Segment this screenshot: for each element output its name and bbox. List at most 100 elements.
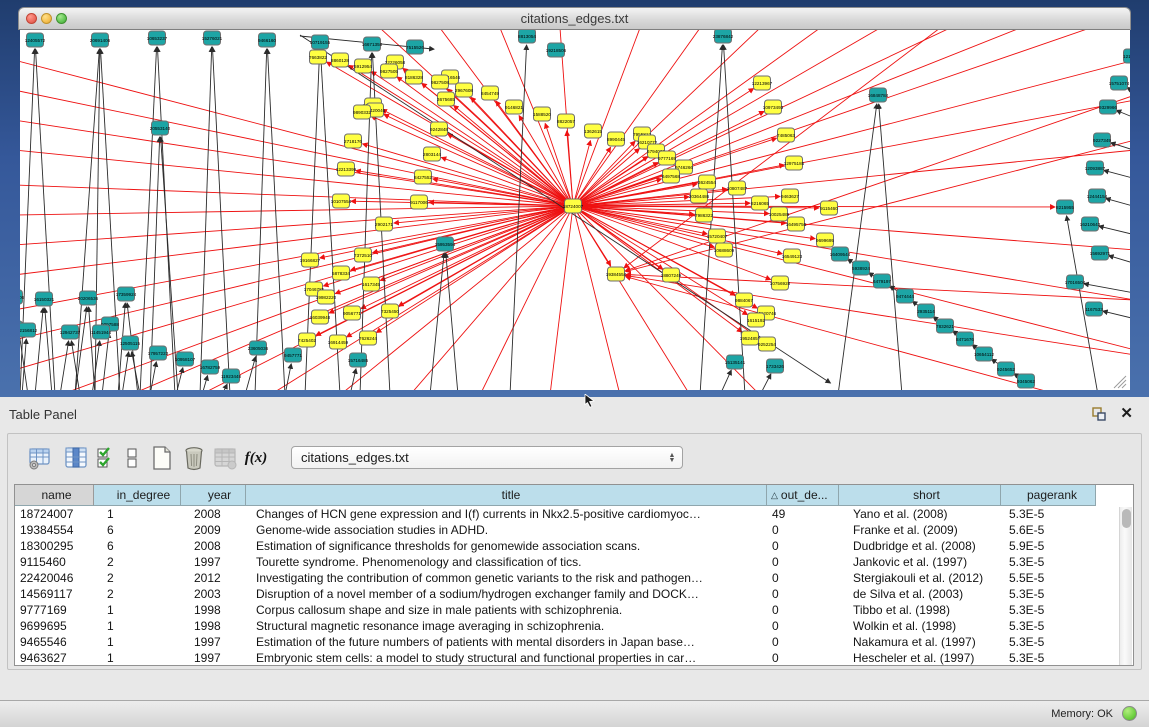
graph-node[interactable]: 10973493	[763, 100, 784, 114]
graph-node[interactable]: 1362615	[584, 124, 602, 138]
graph-node[interactable]: 19982220	[316, 290, 337, 304]
graph-node[interactable]: 16671358	[362, 37, 383, 51]
graph-node[interactable]: 9329966	[1099, 100, 1117, 114]
graph-node[interactable]: 9146821	[505, 100, 523, 114]
graph-node[interactable]: 9457771	[284, 348, 302, 362]
graph-node[interactable]: 7515526	[406, 40, 424, 54]
graph-node[interactable]: 9345062	[1017, 374, 1035, 388]
table-cell[interactable]: Investigating the contribution of common…	[246, 570, 767, 586]
table-cell[interactable]: Stergiakouli et al. (2012)	[839, 570, 1001, 586]
table-cell[interactable]: Estimation of the future numbers of pati…	[246, 634, 767, 650]
table-cell[interactable]: 18300295	[15, 538, 94, 554]
table-cell[interactable]: 1	[94, 650, 181, 666]
table-cell[interactable]: 6	[94, 538, 181, 554]
select-all-columns-button[interactable]	[93, 444, 121, 472]
graph-node[interactable]: 1615192	[747, 313, 765, 327]
table-cell[interactable]: 5.5E-5	[1001, 570, 1096, 586]
table-cell[interactable]: Franke et al. (2009)	[839, 522, 1001, 538]
graph-node[interactable]: 8216065	[751, 196, 769, 210]
graph-node[interactable]: 7832621	[936, 319, 954, 333]
graph-node[interactable]: 8454749	[481, 86, 499, 100]
table-cell[interactable]: 0	[767, 602, 839, 618]
graph-node[interactable]: 9466160	[258, 33, 276, 47]
column-header-pagerank[interactable]: pagerank	[1001, 485, 1096, 506]
graph-node[interactable]: 12093887	[1085, 161, 1106, 175]
network-view-canvas[interactable]: 1240557220691406106532371527602194661601…	[20, 30, 1130, 390]
table-cell[interactable]: Changes of HCN gene expression and I(f) …	[246, 506, 767, 522]
import-table-button[interactable]	[211, 444, 239, 472]
column-header-in_degree[interactable]: in_degree	[94, 485, 181, 506]
graph-node[interactable]: 9890332	[353, 105, 371, 119]
table-cell[interactable]: 5.3E-5	[1001, 586, 1096, 602]
graph-node[interactable]: 8471676	[956, 332, 974, 346]
graph-node[interactable]: 17957223	[148, 346, 169, 360]
table-cell[interactable]: 14569117	[15, 586, 94, 602]
table-cell[interactable]: 2	[94, 570, 181, 586]
graph-node[interactable]: 16495756	[786, 217, 807, 231]
table-cell[interactable]: Tibbo et al. (1998)	[839, 602, 1001, 618]
graph-node[interactable]: 20553140	[150, 121, 171, 135]
graph-node[interactable]: 7325450	[381, 304, 399, 318]
table-row[interactable]: 1456911722003Disruption of a novel membe…	[15, 586, 1133, 602]
graph-node[interactable]: 15720407	[707, 229, 728, 243]
graph-node[interactable]: 18807249	[661, 268, 682, 282]
table-cell[interactable]: 22420046	[15, 570, 94, 586]
graph-node[interactable]: 2718176	[344, 134, 362, 148]
table-cell[interactable]: Genome-wide association studies in ADHD.	[246, 522, 767, 538]
graph-node[interactable]: 1588520	[533, 107, 551, 121]
table-cell[interactable]: 19384554	[15, 522, 94, 538]
table-cell[interactable]: Jankovic et al. (1997)	[839, 554, 1001, 570]
graph-node[interactable]: 16409544	[830, 247, 851, 261]
table-cell[interactable]: 6	[94, 522, 181, 538]
graph-node[interactable]: 23876842	[713, 30, 734, 43]
graph-node[interactable]: 3624554	[698, 175, 716, 189]
graph-node[interactable]: 15751074	[1109, 76, 1130, 90]
graph-node[interactable]: 1212307	[1123, 49, 1130, 63]
graph-node[interactable]: 8186328	[405, 70, 423, 84]
table-row[interactable]: 1938455462009Genome-wide association stu…	[15, 522, 1133, 538]
table-cell[interactable]: 1997	[181, 650, 246, 666]
graph-node[interactable]: 8990445	[607, 132, 625, 146]
vertical-scrollbar[interactable]	[1119, 507, 1132, 665]
graph-node[interactable]: 19384554	[606, 267, 627, 281]
graph-node[interactable]: 16782759	[200, 360, 221, 374]
graph-node[interactable]: 12213399	[336, 162, 357, 176]
table-cell[interactable]: 1	[94, 618, 181, 634]
graph-node[interactable]: 15953594	[435, 237, 456, 251]
graph-node[interactable]: 10107554	[331, 194, 352, 208]
graph-node[interactable]: 19166827	[300, 253, 321, 267]
table-cell[interactable]: 5.6E-5	[1001, 522, 1096, 538]
table-cell[interactable]: 0	[767, 618, 839, 634]
table-cell[interactable]: 0	[767, 538, 839, 554]
graph-node[interactable]: 12505115	[120, 336, 141, 350]
table-cell[interactable]: Disruption of a novel member of a sodium…	[246, 586, 767, 602]
graph-node[interactable]: 16914459	[328, 335, 349, 349]
graph-node[interactable]: 2803144	[423, 147, 441, 161]
table-cell[interactable]: 49	[767, 506, 839, 522]
table-cell[interactable]: 1	[94, 506, 181, 522]
graph-node[interactable]: 23605036	[248, 341, 269, 355]
memory-ok-indicator-icon[interactable]	[1122, 706, 1137, 721]
table-cell[interactable]: Tourette syndrome. Phenomenology and cla…	[246, 554, 767, 570]
column-header-short[interactable]: short	[839, 485, 1001, 506]
table-cell[interactable]: 9699695	[15, 618, 94, 634]
graph-node[interactable]: 7663822	[309, 50, 327, 64]
delete-columns-button[interactable]	[180, 444, 208, 472]
table-cell[interactable]: 1	[94, 602, 181, 618]
graph-node[interactable]: 12975185	[784, 156, 805, 170]
graph-node[interactable]: 16039948	[310, 310, 331, 324]
graph-node[interactable]: 20206536	[78, 291, 99, 305]
table-row[interactable]: 977716911998Corpus callosum shape and si…	[15, 602, 1133, 618]
column-header-title[interactable]: title	[246, 485, 767, 506]
graph-node[interactable]: 9227349	[1093, 133, 1111, 147]
graph-node[interactable]: 15276021	[202, 31, 223, 45]
column-header-name[interactable]: name	[15, 485, 94, 506]
graph-node[interactable]: 17016504	[1065, 275, 1086, 289]
graph-node[interactable]: 12942737	[60, 325, 81, 339]
graph-node[interactable]: 16150321	[34, 292, 55, 306]
graph-node[interactable]: 1733426	[766, 359, 784, 373]
graph-node[interactable]: 8860128	[331, 53, 349, 67]
graph-node[interactable]: 20364486	[689, 189, 710, 203]
graph-node[interactable]: 3675685	[437, 92, 455, 106]
table-cell[interactable]: Hescheler et al. (1997)	[839, 650, 1001, 666]
